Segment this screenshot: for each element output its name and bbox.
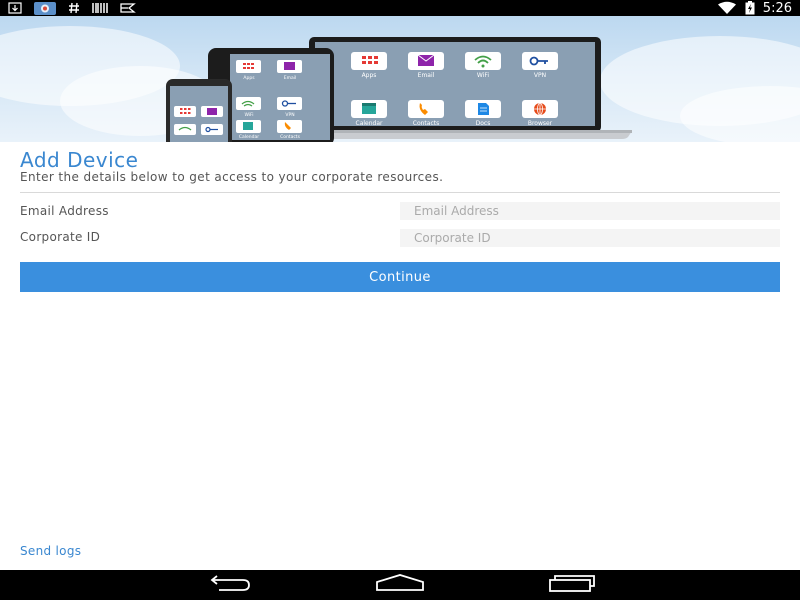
back-button[interactable] — [199, 570, 259, 600]
email-label: Email Address — [20, 204, 109, 218]
svg-text:VPN: VPN — [534, 72, 546, 79]
send-logs-link[interactable]: Send logs — [20, 544, 81, 558]
svg-text:Calendar: Calendar — [356, 120, 384, 127]
svg-text:Docs: Docs — [476, 120, 491, 127]
svg-text:Email: Email — [284, 75, 297, 81]
home-icon — [375, 574, 425, 596]
corporate-id-label: Corporate ID — [20, 230, 101, 244]
svg-text:Browser: Browser — [528, 120, 553, 127]
laptop-illustration — [296, 37, 632, 139]
svg-text:Contacts: Contacts — [280, 134, 301, 140]
download-icon — [8, 0, 22, 16]
barcode-icon — [92, 0, 108, 16]
tray-icon — [120, 0, 136, 16]
divider — [20, 192, 780, 193]
svg-text:WiFi: WiFi — [244, 112, 253, 118]
continue-button[interactable]: Continue — [20, 262, 780, 292]
svg-text:WiFi: WiFi — [477, 72, 489, 79]
navigation-bar — [0, 570, 800, 600]
hero-banner: Apps Email WiFi VPN Calendar Contacts Do… — [0, 16, 800, 142]
email-field[interactable] — [400, 202, 780, 220]
corporate-id-field[interactable] — [400, 229, 780, 247]
status-bar: 5:26 — [0, 0, 800, 16]
devices-illustration: Apps Email WiFi VPN Calendar Contacts Do… — [166, 37, 632, 142]
add-device-screen: 5:26 Apps Email WiFi VPN Calendar Contac… — [0, 0, 800, 600]
battery-charging-icon — [745, 0, 755, 16]
page-subtitle: Enter the details below to get access to… — [20, 170, 444, 184]
recents-icon — [548, 574, 596, 596]
back-icon — [205, 575, 253, 595]
svg-text:Contacts: Contacts — [413, 120, 439, 127]
wifi-icon — [717, 0, 737, 16]
svg-text:Email: Email — [418, 72, 435, 79]
svg-text:Apps: Apps — [243, 75, 255, 81]
svg-text:VPN: VPN — [285, 112, 294, 118]
svg-text:Apps: Apps — [362, 72, 377, 79]
app-thumbnail-icon — [34, 0, 56, 16]
home-button[interactable] — [370, 570, 430, 600]
recents-button[interactable] — [542, 570, 602, 600]
status-time: 5:26 — [762, 0, 792, 16]
page-title: Add Device — [20, 148, 139, 172]
hash-icon — [68, 0, 80, 16]
svg-text:Calendar: Calendar — [239, 134, 259, 140]
